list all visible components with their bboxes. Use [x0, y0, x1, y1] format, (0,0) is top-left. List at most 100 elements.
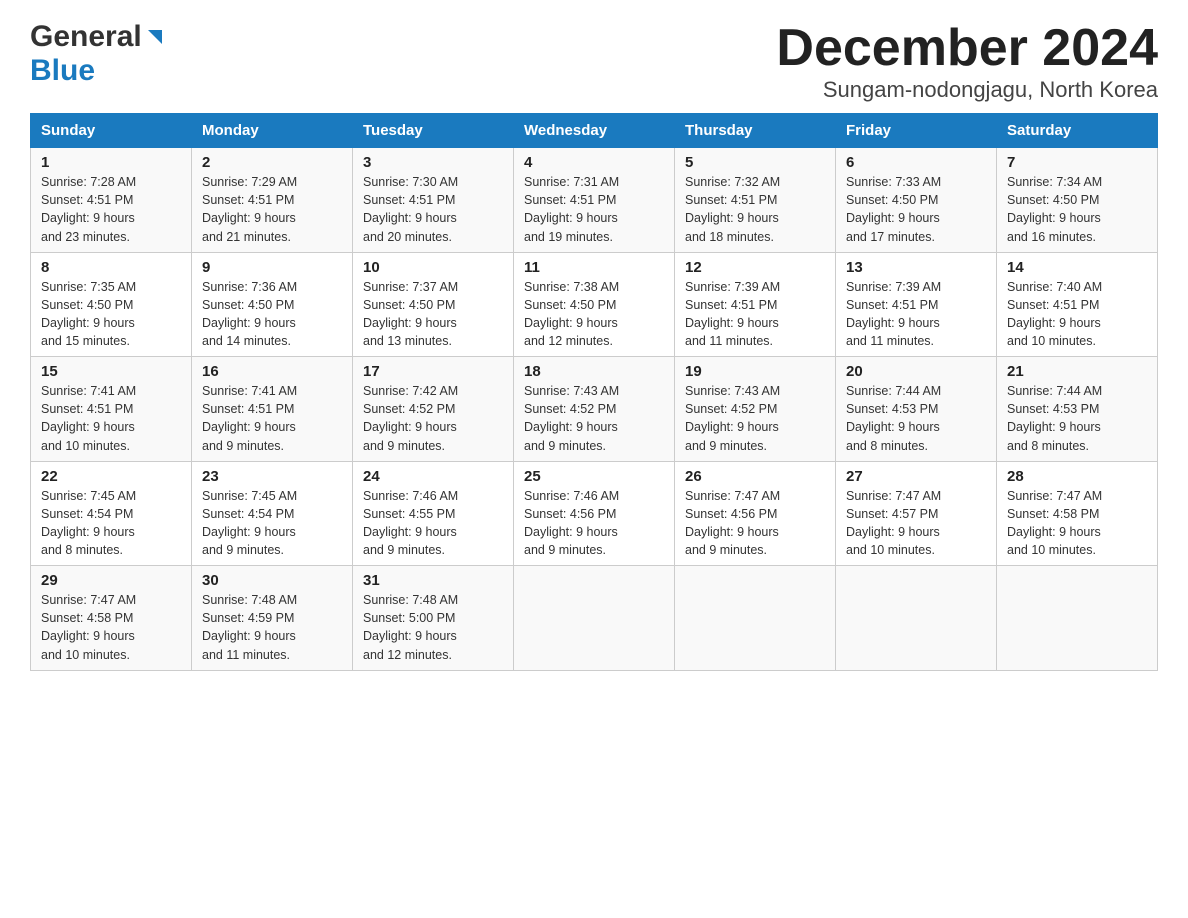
day-info: Sunrise: 7:47 AMSunset: 4:58 PMDaylight:… — [1007, 487, 1147, 560]
calendar-cell: 27 Sunrise: 7:47 AMSunset: 4:57 PMDayligh… — [836, 461, 997, 566]
day-info: Sunrise: 7:44 AMSunset: 4:53 PMDaylight:… — [846, 382, 986, 455]
day-info: Sunrise: 7:33 AMSunset: 4:50 PMDaylight:… — [846, 173, 986, 246]
day-info: Sunrise: 7:38 AMSunset: 4:50 PMDaylight:… — [524, 278, 664, 351]
calendar-cell: 3 Sunrise: 7:30 AMSunset: 4:51 PMDaylight… — [353, 148, 514, 253]
day-number: 30 — [202, 572, 342, 589]
day-number: 21 — [1007, 363, 1147, 380]
day-info: Sunrise: 7:47 AMSunset: 4:58 PMDaylight:… — [41, 591, 181, 664]
header-saturday: Saturday — [997, 114, 1158, 148]
day-number: 5 — [685, 154, 825, 171]
calendar-cell: 12Sunrise: 7:39 AMSunset: 4:51 PMDayligh… — [675, 252, 836, 357]
week-row-5: 29Sunrise: 7:47 AMSunset: 4:58 PMDayligh… — [31, 566, 1158, 671]
day-info: Sunrise: 7:30 AMSunset: 4:51 PMDaylight:… — [363, 173, 503, 246]
day-info: Sunrise: 7:32 AMSunset: 4:51 PMDaylight:… — [685, 173, 825, 246]
day-info: Sunrise: 7:34 AMSunset: 4:50 PMDaylight:… — [1007, 173, 1147, 246]
day-info: Sunrise: 7:46 AMSunset: 4:56 PMDaylight:… — [524, 487, 664, 560]
logo-general: General — [30, 20, 142, 54]
calendar-cell: 19 Sunrise: 7:43 AMSunset: 4:52 PMDayligh… — [675, 357, 836, 462]
day-number: 14 — [1007, 259, 1147, 276]
day-number: 6 — [846, 154, 986, 171]
calendar-cell: 4Sunrise: 7:31 AMSunset: 4:51 PMDaylight… — [514, 148, 675, 253]
day-number: 16 — [202, 363, 342, 380]
title-block: December 2024 Sungam-nodongjagu, North K… — [776, 20, 1158, 103]
day-number: 26 — [685, 468, 825, 485]
logo-triangle-icon — [142, 26, 164, 48]
header-wednesday: Wednesday — [514, 114, 675, 148]
day-info: Sunrise: 7:48 AMSunset: 4:59 PMDaylight:… — [202, 591, 342, 664]
calendar-cell: 21 Sunrise: 7:44 AMSunset: 4:53 PMDayligh… — [997, 357, 1158, 462]
header-sunday: Sunday — [31, 114, 192, 148]
day-info: Sunrise: 7:47 AMSunset: 4:56 PMDaylight:… — [685, 487, 825, 560]
day-number: 13 — [846, 259, 986, 276]
calendar-cell: 24 Sunrise: 7:46 AMSunset: 4:55 PMDayligh… — [353, 461, 514, 566]
calendar-cell: 22Sunrise: 7:45 AMSunset: 4:54 PMDayligh… — [31, 461, 192, 566]
calendar-cell: 16 Sunrise: 7:41 AMSunset: 4:51 PMDayligh… — [192, 357, 353, 462]
calendar-cell: 6 Sunrise: 7:33 AMSunset: 4:50 PMDaylight… — [836, 148, 997, 253]
day-number: 22 — [41, 468, 181, 485]
day-number: 17 — [363, 363, 503, 380]
day-number: 24 — [363, 468, 503, 485]
calendar-table: SundayMondayTuesdayWednesdayThursdayFrid… — [30, 113, 1158, 671]
calendar-cell: 23Sunrise: 7:45 AMSunset: 4:54 PMDayligh… — [192, 461, 353, 566]
week-row-3: 15Sunrise: 7:41 AMSunset: 4:51 PMDayligh… — [31, 357, 1158, 462]
calendar-cell — [675, 566, 836, 671]
day-info: Sunrise: 7:46 AMSunset: 4:55 PMDaylight:… — [363, 487, 503, 560]
calendar-cell: 2Sunrise: 7:29 AMSunset: 4:51 PMDaylight… — [192, 148, 353, 253]
calendar-cell: 8Sunrise: 7:35 AMSunset: 4:50 PMDaylight… — [31, 252, 192, 357]
day-info: Sunrise: 7:36 AMSunset: 4:50 PMDaylight:… — [202, 278, 342, 351]
calendar-cell — [514, 566, 675, 671]
day-number: 20 — [846, 363, 986, 380]
calendar-cell: 13 Sunrise: 7:39 AMSunset: 4:51 PMDayligh… — [836, 252, 997, 357]
day-info: Sunrise: 7:41 AMSunset: 4:51 PMDaylight:… — [41, 382, 181, 455]
calendar-cell: 1Sunrise: 7:28 AMSunset: 4:51 PMDaylight… — [31, 148, 192, 253]
page-title: December 2024 — [776, 20, 1158, 77]
day-number: 19 — [685, 363, 825, 380]
week-row-4: 22 Sunrise: 7:45 AMSunset: 4:54 PMDayligh… — [31, 461, 1158, 566]
day-info: Sunrise: 7:44 AMSunset: 4:53 PMDaylight:… — [1007, 382, 1147, 455]
day-number: 25 — [524, 468, 664, 485]
calendar-cell: 25 Sunrise: 7:46 AMSunset: 4:56 PMDayligh… — [514, 461, 675, 566]
day-number: 18 — [524, 363, 664, 380]
page-subtitle: Sungam-nodongjagu, North Korea — [776, 77, 1158, 103]
day-info: Sunrise: 7:43 AMSunset: 4:52 PMDaylight:… — [685, 382, 825, 455]
day-number: 27 — [846, 468, 986, 485]
header-tuesday: Tuesday — [353, 114, 514, 148]
day-info: Sunrise: 7:47 AMSunset: 4:57 PMDaylight:… — [846, 487, 986, 560]
day-info: Sunrise: 7:42 AMSunset: 4:52 PMDaylight:… — [363, 382, 503, 455]
header-thursday: Thursday — [675, 114, 836, 148]
calendar-cell: 26 Sunrise: 7:47 AMSunset: 4:56 PMDayligh… — [675, 461, 836, 566]
day-info: Sunrise: 7:45 AMSunset: 4:54 PMDaylight:… — [202, 487, 342, 560]
day-number: 4 — [524, 154, 664, 171]
day-number: 11 — [524, 259, 664, 276]
day-info: Sunrise: 7:41 AMSunset: 4:51 PMDaylight:… — [202, 382, 342, 455]
calendar-cell: 30 Sunrise: 7:48 AMSunset: 4:59 PMDayligh… — [192, 566, 353, 671]
page-header: General Blue December 2024 Sungam-nodong… — [30, 20, 1158, 103]
calendar-cell: 18 Sunrise: 7:43 AMSunset: 4:52 PMDayligh… — [514, 357, 675, 462]
calendar-cell: 29Sunrise: 7:47 AMSunset: 4:58 PMDayligh… — [31, 566, 192, 671]
week-row-1: 1Sunrise: 7:28 AMSunset: 4:51 PMDaylight… — [31, 148, 1158, 253]
calendar-cell — [997, 566, 1158, 671]
day-info: Sunrise: 7:39 AMSunset: 4:51 PMDaylight:… — [846, 278, 986, 351]
calendar-cell: 7 Sunrise: 7:34 AMSunset: 4:50 PMDaylight… — [997, 148, 1158, 253]
day-number: 10 — [363, 259, 503, 276]
day-number: 31 — [363, 572, 503, 589]
day-number: 9 — [202, 259, 342, 276]
calendar-cell — [836, 566, 997, 671]
day-number: 28 — [1007, 468, 1147, 485]
calendar-cell: 10Sunrise: 7:37 AMSunset: 4:50 PMDayligh… — [353, 252, 514, 357]
day-number: 7 — [1007, 154, 1147, 171]
header-row: SundayMondayTuesdayWednesdayThursdayFrid… — [31, 114, 1158, 148]
day-info: Sunrise: 7:48 AMSunset: 5:00 PMDaylight:… — [363, 591, 503, 664]
calendar-cell: 9 Sunrise: 7:36 AMSunset: 4:50 PMDaylight… — [192, 252, 353, 357]
week-row-2: 8Sunrise: 7:35 AMSunset: 4:50 PMDaylight… — [31, 252, 1158, 357]
day-info: Sunrise: 7:40 AMSunset: 4:51 PMDaylight:… — [1007, 278, 1147, 351]
calendar-cell: 28 Sunrise: 7:47 AMSunset: 4:58 PMDayligh… — [997, 461, 1158, 566]
calendar-cell: 14 Sunrise: 7:40 AMSunset: 4:51 PMDayligh… — [997, 252, 1158, 357]
day-info: Sunrise: 7:29 AMSunset: 4:51 PMDaylight:… — [202, 173, 342, 246]
day-info: Sunrise: 7:43 AMSunset: 4:52 PMDaylight:… — [524, 382, 664, 455]
logo: General Blue — [30, 20, 164, 88]
calendar-cell: 31 Sunrise: 7:48 AMSunset: 5:00 PMDayligh… — [353, 566, 514, 671]
day-number: 8 — [41, 259, 181, 276]
day-number: 3 — [363, 154, 503, 171]
day-number: 1 — [41, 154, 181, 171]
